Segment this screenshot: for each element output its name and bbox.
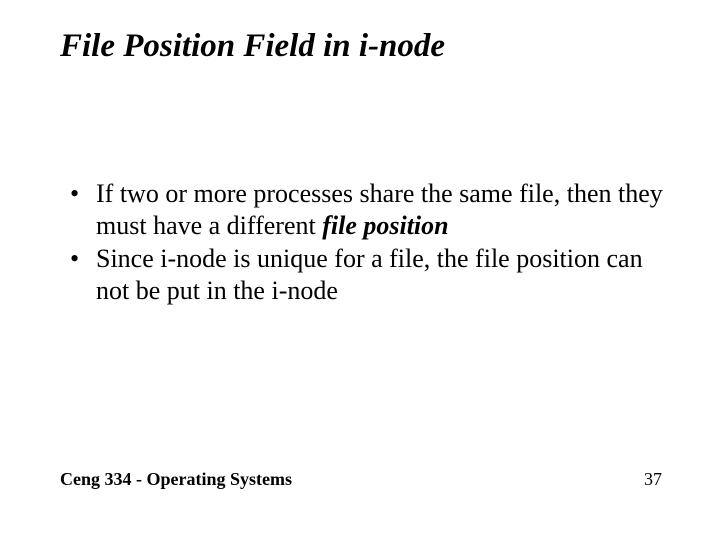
slide-content: If two or more processes share the same … (68, 178, 670, 309)
bullet-emph: file position (322, 211, 448, 240)
bullet-text: Since i-node is unique for a file, the f… (96, 244, 643, 305)
slide: File Position Field in i-node If two or … (0, 0, 720, 540)
page-number: 37 (644, 469, 662, 490)
slide-title: File Position Field in i-node (60, 28, 445, 65)
bullet-item: Since i-node is unique for a file, the f… (68, 243, 670, 306)
footer-text: Ceng 334 - Operating Systems (60, 469, 292, 490)
bullet-item: If two or more processes share the same … (68, 178, 670, 241)
bullet-list: If two or more processes share the same … (68, 178, 670, 307)
